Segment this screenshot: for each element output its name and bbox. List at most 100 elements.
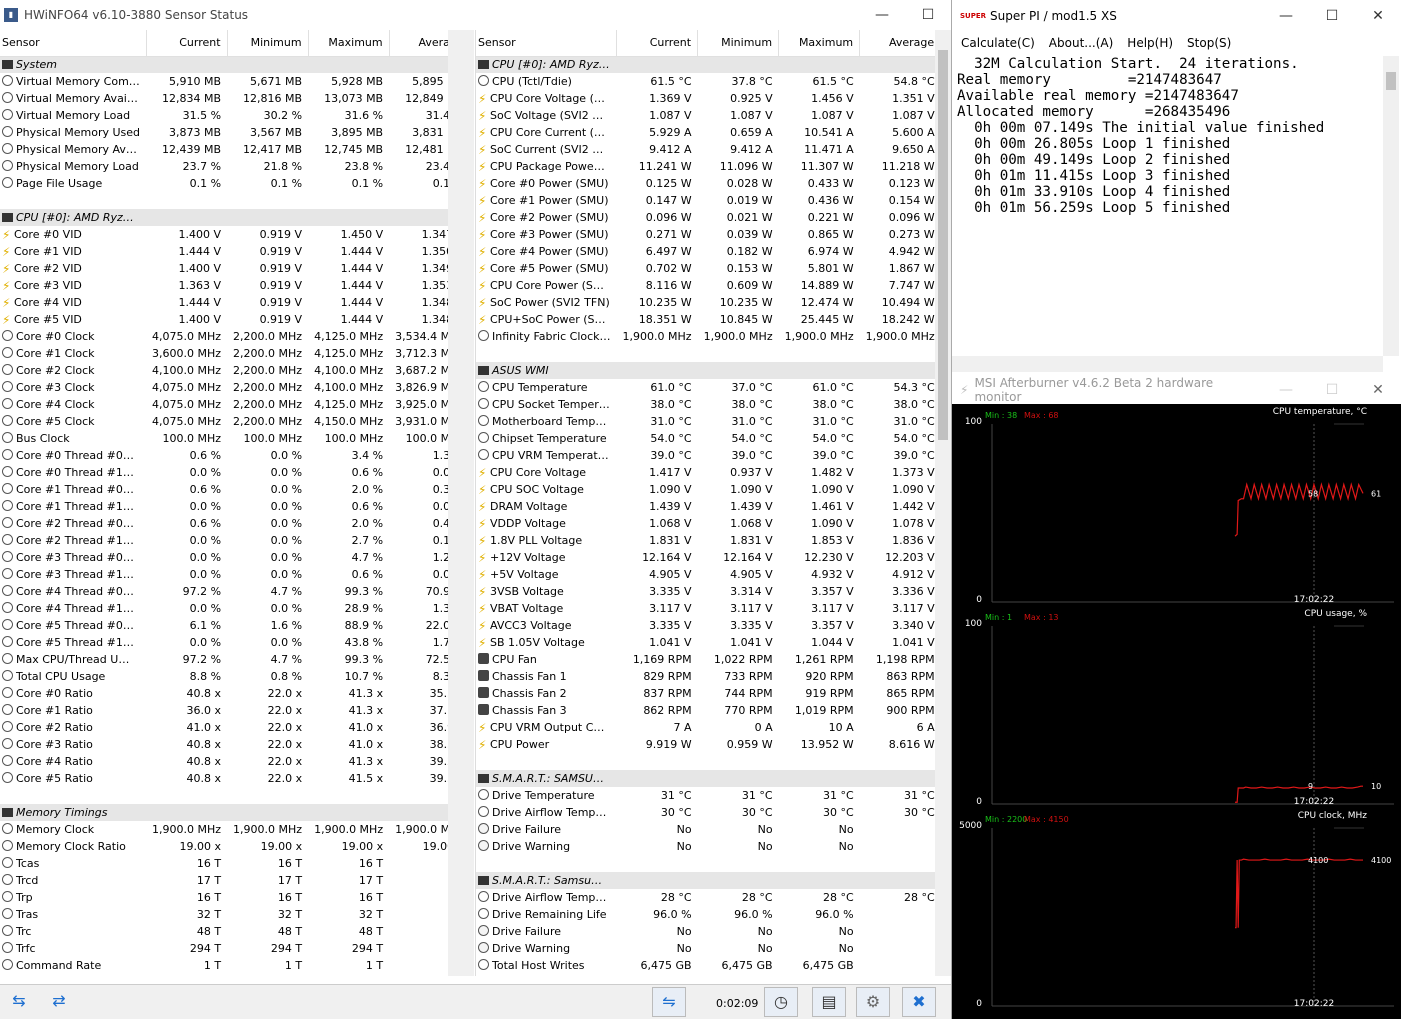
sensor-row[interactable]: Core #3 Thread #1… 0.0 % 0.0 % 0.6 % 0.0 %	[0, 566, 448, 583]
sensor-row[interactable]: ⚡ CPU Core Voltage (… 1.369 V 0.925 V 1.456 …	[476, 90, 935, 107]
sensor-row[interactable]: ⚡Core #5 VID 1.400 V 0.919 V 1.444 V 1.348 V	[0, 311, 448, 328]
sensor-row[interactable]: Motherboard Temp… 31.0 °C 31.0 °C 31.0 °C 31…	[476, 413, 935, 430]
scrollbar-right[interactable]	[935, 30, 951, 976]
column-header[interactable]: Minimum	[227, 30, 309, 57]
superpi-scrollbar[interactable]	[1383, 56, 1399, 356]
sensor-row[interactable]: ⚡ SoC Power (SVI2 TFN) 10.235 W 10.235 W 12.…	[476, 294, 935, 311]
sensor-row[interactable]: Core #3 Ratio 40.8 x 22.0 x 41.0 x 38.3 x	[0, 736, 448, 753]
column-header[interactable]: Sensor	[0, 30, 147, 57]
nav-left-right-icon[interactable]: ⇆	[2, 987, 36, 1017]
sensor-row[interactable]: Trc 48 T 48 T 48 T	[0, 923, 448, 940]
sensor-row[interactable]: Drive Warning No No No	[476, 940, 935, 957]
sensor-row[interactable]: Virtual Memory Com… 5,910 MB 5,671 MB 5,928…	[0, 73, 448, 90]
sensor-row[interactable]: ⚡ VBAT Voltage 3.117 V 3.117 V 3.117 V 3.117 …	[476, 600, 935, 617]
sensor-row[interactable]: CPU VRM Temperat… 39.0 °C 39.0 °C 39.0 °C 39…	[476, 447, 935, 464]
minimize-icon[interactable]: —	[1263, 8, 1309, 24]
maximize-icon[interactable]: ☐	[1309, 382, 1355, 398]
sensor-row[interactable]: Core #2 Clock 4,100.0 MHz 2,200.0 MHz 4,100…	[0, 362, 448, 379]
sensor-row[interactable]: Core #2 Thread #0… 0.6 % 0.0 % 2.0 % 0.4 %	[0, 515, 448, 532]
column-header[interactable]: Minimum	[697, 30, 780, 57]
hwinfo-titlebar[interactable]: ▮ HWiNFO64 v6.10-3880 Sensor Status — ☐	[0, 0, 951, 30]
sensor-row[interactable]: Page File Usage 0.1 % 0.1 % 0.1 % 0.1 %	[0, 175, 448, 192]
sensor-row[interactable]: Core #2 Ratio 41.0 x 22.0 x 41.0 x 36.9 x	[0, 719, 448, 736]
sensor-row[interactable]: Chipset Temperature 54.0 °C 54.0 °C 54.0 °C…	[476, 430, 935, 447]
group-row[interactable]: System	[0, 56, 448, 73]
sensor-row[interactable]: ⚡ CPU SOC Voltage 1.090 V 1.090 V 1.090 V 1.0…	[476, 481, 935, 498]
sensor-row[interactable]: Chassis Fan 2 837 RPM 744 RPM 919 RPM 865 RP…	[476, 685, 935, 702]
menu-calculate[interactable]: Calculate(C)	[961, 36, 1035, 50]
sensor-row[interactable]: Drive Temperature 31 °C 31 °C 31 °C 31 °C	[476, 787, 935, 804]
sensor-row[interactable]: Core #1 Thread #1… 0.0 % 0.0 % 0.6 % 0.0 %	[0, 498, 448, 515]
sensor-row[interactable]: Trcd 17 T 17 T 17 T	[0, 872, 448, 889]
sensor-row[interactable]: Core #5 Ratio 40.8 x 22.0 x 41.5 x 39.3 x	[0, 770, 448, 787]
sensor-row[interactable]: Drive Failure No No No	[476, 923, 935, 940]
sensor-row[interactable]: Core #5 Clock 4,075.0 MHz 2,200.0 MHz 4,150…	[0, 413, 448, 430]
column-header[interactable]: Current	[616, 30, 699, 57]
sensor-row[interactable]: Core #5 Thread #0… 6.1 % 1.6 % 88.9 % 22.0 %	[0, 617, 448, 634]
sensor-row[interactable]: ⚡ 1.8V PLL Voltage 1.831 V 1.831 V 1.853 V 1.…	[476, 532, 935, 549]
sensor-row[interactable]: ⚡Core #0 VID 1.400 V 0.919 V 1.450 V 1.347 V	[0, 226, 448, 243]
sensor-row[interactable]: ⚡ Core #1 Power (SMU) 0.147 W 0.019 W 0.436 …	[476, 192, 935, 209]
sensor-row[interactable]: Chassis Fan 1 829 RPM 733 RPM 920 RPM 863 RP…	[476, 668, 935, 685]
sensor-row[interactable]: Infinity Fabric Clock… 1,900.0 MHz 1,900.0…	[476, 328, 935, 345]
column-header[interactable]: Average	[389, 30, 448, 57]
scrollbar-left[interactable]	[448, 30, 474, 976]
sensor-row[interactable]: ⚡ Core #2 Power (SMU) 0.096 W 0.021 W 0.221 …	[476, 209, 935, 226]
sensor-row[interactable]: Core #4 Ratio 40.8 x 22.0 x 41.3 x 39.2 x	[0, 753, 448, 770]
sensor-row[interactable]: ⚡ VDDP Voltage 1.068 V 1.068 V 1.090 V 1.078 …	[476, 515, 935, 532]
afterburner-titlebar[interactable]: ⚡ MSI Afterburner v4.6.2 Beta 2 hardware…	[952, 376, 1401, 404]
clock-icon[interactable]: ◷	[764, 987, 798, 1017]
column-header[interactable]: Average	[859, 30, 935, 57]
sensor-table-right[interactable]: Sensor Current Minimum Maximum Average CPU [#…	[475, 30, 935, 976]
sensor-row[interactable]: Drive Airflow Temp… 28 °C 28 °C 28 °C 28 °C	[476, 889, 935, 906]
sensor-row[interactable]: Core #3 Thread #0… 0.0 % 0.0 % 4.7 % 1.2 %	[0, 549, 448, 566]
sensor-row[interactable]: Core #4 Thread #1… 0.0 % 0.0 % 28.9 % 1.3 %	[0, 600, 448, 617]
superpi-hscrollbar[interactable]	[952, 356, 1383, 372]
sensor-row[interactable]: Tras 32 T 32 T 32 T	[0, 906, 448, 923]
sensor-row[interactable]: CPU Temperature 61.0 °C 37.0 °C 61.0 °C 54.3…	[476, 379, 935, 396]
sensor-row[interactable]: Virtual Memory Avai… 12,834 MB 12,816 MB 13…	[0, 90, 448, 107]
sensor-row[interactable]: ⚡ +5V Voltage 4.905 V 4.905 V 4.932 V 4.912 V	[476, 566, 935, 583]
sensor-row[interactable]: Command Rate 1 T 1 T 1 T	[0, 957, 448, 974]
sensor-row[interactable]: ⚡Core #3 VID 1.363 V 0.919 V 1.444 V 1.353 V	[0, 277, 448, 294]
sensor-row[interactable]: Core #3 Clock 4,075.0 MHz 2,200.0 MHz 4,100…	[0, 379, 448, 396]
sensor-row[interactable]: Trfc 294 T 294 T 294 T	[0, 940, 448, 957]
group-row[interactable]: CPU [#0]: AMD Ryz…	[0, 209, 448, 226]
sensor-row[interactable]: Tcas 16 T 16 T 16 T	[0, 855, 448, 872]
menu-about[interactable]: About...(A)	[1049, 36, 1114, 50]
sensor-row[interactable]: ⚡ SoC Current (SVI2 … 9.412 A 9.412 A 11.471…	[476, 141, 935, 158]
sensor-row[interactable]: Core #1 Ratio 36.0 x 22.0 x 41.3 x 37.1 x	[0, 702, 448, 719]
nav-collapse-icon[interactable]: ⇄	[42, 987, 76, 1017]
sensor-row[interactable]: ⚡ Core #0 Power (SMU) 0.125 W 0.028 W 0.433 …	[476, 175, 935, 192]
scrollbar-thumb[interactable]	[938, 50, 948, 440]
sensor-row[interactable]: Core #1 Thread #0… 0.6 % 0.0 % 2.0 % 0.3 %	[0, 481, 448, 498]
sensor-row[interactable]: Core #2 Thread #1… 0.0 % 0.0 % 2.7 % 0.1 %	[0, 532, 448, 549]
superpi-titlebar[interactable]: SUPER Super PI / mod1.5 XS — ☐ ✕	[952, 0, 1401, 32]
sensor-row[interactable]: CPU Fan 1,169 RPM 1,022 RPM 1,261 RPM 1,198 …	[476, 651, 935, 668]
column-header[interactable]: Sensor	[476, 30, 618, 57]
scrollbar-thumb[interactable]	[1386, 72, 1396, 90]
sensor-row[interactable]: ⚡ +12V Voltage 12.164 V 12.164 V 12.230 V 12.…	[476, 549, 935, 566]
sensor-row[interactable]: ⚡ CPU Core Power (S… 8.116 W 0.609 W 14.889 …	[476, 277, 935, 294]
sensor-row[interactable]: Physical Memory Load 23.7 % 21.8 % 23.8 % 23…	[0, 158, 448, 175]
sensor-row[interactable]: ⚡Core #4 VID 1.444 V 0.919 V 1.444 V 1.348 V	[0, 294, 448, 311]
sensor-row[interactable]: ⚡ Core #5 Power (SMU) 0.702 W 0.153 W 5.801 …	[476, 260, 935, 277]
sensor-row[interactable]: ⚡ CPU+SoC Power (S… 18.351 W 10.845 W 25.445…	[476, 311, 935, 328]
sensor-row[interactable]: Memory Clock 1,900.0 MHz 1,900.0 MHz 1,900.…	[0, 821, 448, 838]
sensor-row[interactable]: Physical Memory Used 3,873 MB 3,567 MB 3,89…	[0, 124, 448, 141]
sensor-row[interactable]: Core #4 Thread #0… 97.2 % 4.7 % 99.3 % 70.9 …	[0, 583, 448, 600]
sensor-row[interactable]: Bus Clock 100.0 MHz 100.0 MHz 100.0 MHz 100.…	[0, 430, 448, 447]
sensor-row[interactable]: ⚡Core #1 VID 1.444 V 0.919 V 1.444 V 1.350 V	[0, 243, 448, 260]
sensor-row[interactable]: Total CPU Usage 8.8 % 0.8 % 10.7 % 8.3 %	[0, 668, 448, 685]
sensor-row[interactable]: CPU Socket Temper… 38.0 °C 38.0 °C 38.0 °C 3…	[476, 396, 935, 413]
sensor-row[interactable]: ⚡ CPU Power 9.919 W 0.959 W 13.952 W 8.616 W	[476, 736, 935, 753]
sensor-row[interactable]: Core #1 Clock 3,600.0 MHz 2,200.0 MHz 4,125…	[0, 345, 448, 362]
sensor-row[interactable]: ⚡ SoC Voltage (SVI2 … 1.087 V 1.087 V 1.087 …	[476, 107, 935, 124]
column-header[interactable]: Current	[146, 30, 228, 57]
sensor-row[interactable]: ⚡ DRAM Voltage 1.439 V 1.439 V 1.461 V 1.442 …	[476, 498, 935, 515]
close-icon[interactable]: ✕	[1355, 8, 1401, 24]
sensor-row[interactable]: ⚡ Core #4 Power (SMU) 6.497 W 0.182 W 6.974 …	[476, 243, 935, 260]
sensor-row[interactable]: ⚡Core #2 VID 1.400 V 0.919 V 1.444 V 1.349 V	[0, 260, 448, 277]
column-header[interactable]: Maximum	[308, 30, 390, 57]
network-icon[interactable]: ⇋	[652, 987, 686, 1017]
